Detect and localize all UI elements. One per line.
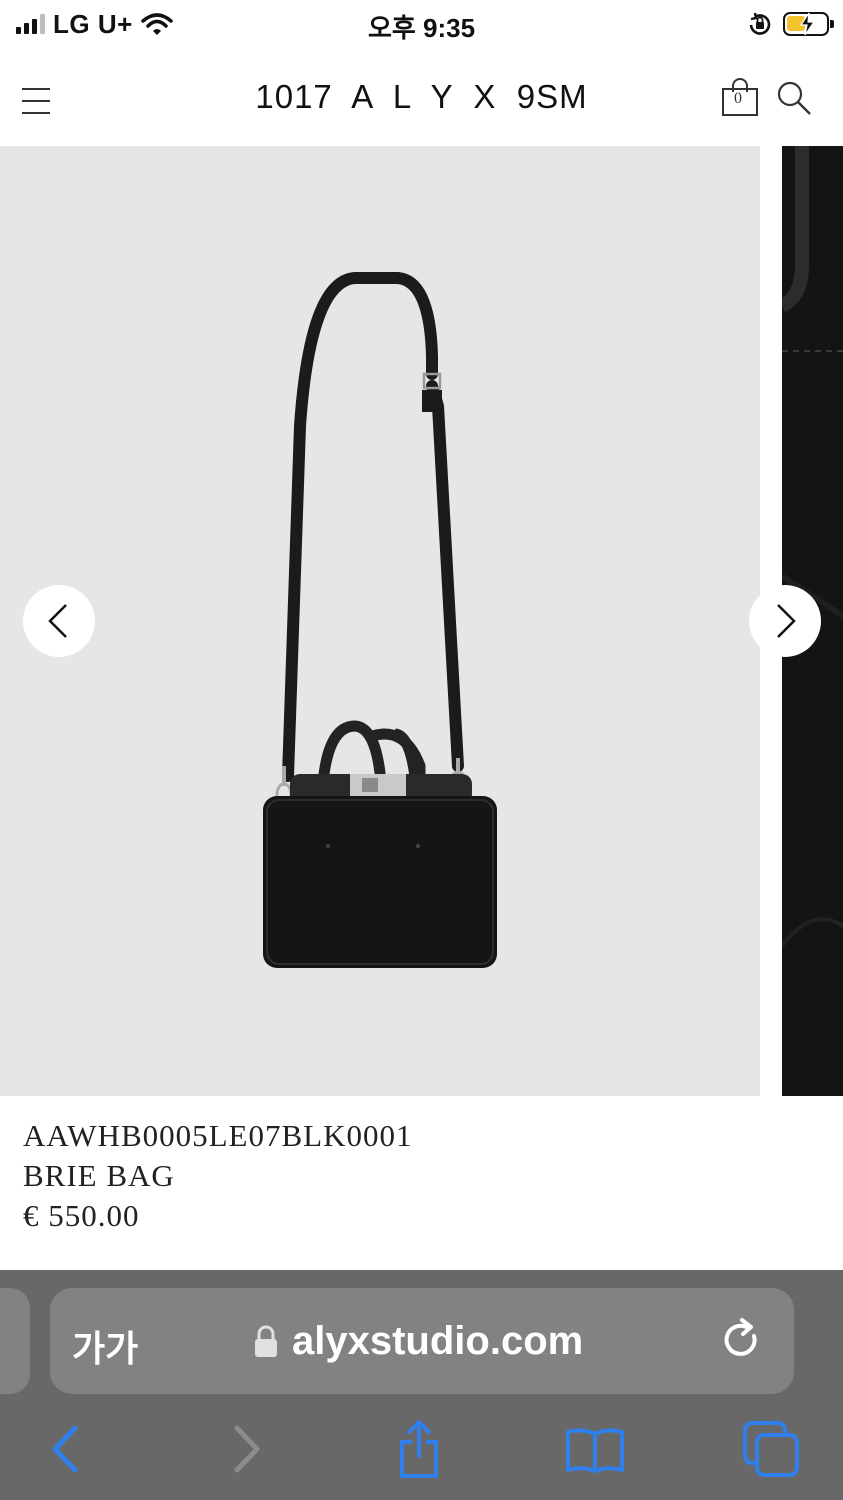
bookmarks-icon[interactable] [562,1416,628,1482]
address-bar[interactable]: 가가 alyxstudio.com [50,1288,794,1394]
share-icon[interactable] [386,1416,452,1482]
status-right [747,8,834,40]
product-gallery[interactable] [0,146,843,1096]
url-field[interactable]: alyxstudio.com [254,1316,583,1366]
handbag-illustration [263,272,497,968]
tabs-icon[interactable] [738,1416,804,1482]
chevron-right-icon [777,604,796,638]
product-info: AAWHB0005LE07BLK0001 BRIE BAG € 550.00 [23,1116,413,1236]
back-icon[interactable] [32,1416,98,1482]
forward-icon[interactable] [212,1416,278,1482]
product-name: BRIE BAG [23,1158,175,1193]
reload-icon[interactable] [718,1316,766,1364]
chevron-left-icon [48,604,67,638]
product-sku: AAWHB0005LE07BLK0001 [23,1118,413,1153]
lock-icon [255,1325,277,1357]
text-size-button[interactable]: 가가 [72,1320,138,1372]
orientation-lock-icon [749,12,771,35]
site-header: 1017 A L Y X 9SM 0 [0,50,843,146]
previous-tab-preview[interactable] [0,1288,30,1394]
url-text: alyxstudio.com [292,1318,584,1363]
gallery-next-button[interactable] [749,585,821,657]
status-bar: LG U+ 오후 9:35 [0,0,843,50]
brand-logo[interactable]: 1017 A L Y X 9SM [0,78,843,116]
cart-count: 0 [734,90,742,107]
search-icon[interactable] [774,78,814,118]
gallery-prev-button[interactable] [23,585,95,657]
shopping-bag-icon[interactable]: 0 [722,76,758,116]
browser-bar: 가가 alyxstudio.com [0,1270,843,1500]
status-time: 오후 9:35 [367,13,476,43]
product-price: € 550.00 [23,1198,140,1233]
product-image[interactable] [0,146,760,1096]
browser-toolbar [0,1416,843,1486]
battery-charging-icon [783,12,834,36]
